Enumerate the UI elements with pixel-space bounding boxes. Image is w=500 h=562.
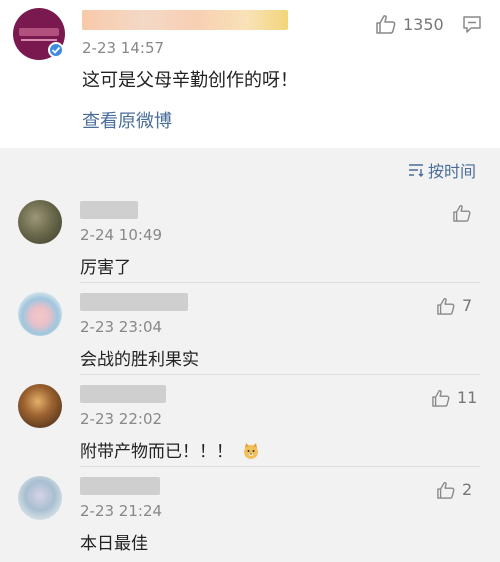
commenter-avatar[interactable] (18, 384, 62, 428)
comment-like-button[interactable]: 11 (431, 388, 477, 407)
comment-timestamp: 2-23 21:24 (80, 502, 163, 520)
comment-text: 附带产物而已！！！ (80, 437, 260, 462)
comment-like-count: 11 (457, 388, 478, 407)
commenter-name-blurred[interactable] (80, 385, 166, 403)
comment-item: 2-23 22:02 附带产物而已！！！ 11 (0, 374, 500, 466)
comment-timestamp: 2-23 23:04 (80, 318, 163, 336)
sort-bar: 按时间 (0, 148, 500, 190)
comment-list: 2-24 10:49 厉害了 2-23 23:04 会战的胜利果实 7 2-23… (0, 190, 500, 562)
commenter-name-blurred[interactable] (80, 293, 188, 311)
thumbs-up-icon (376, 15, 396, 34)
avatar-logo-underline (21, 39, 57, 41)
comment-item: 2-23 21:24 本日最佳 2 (0, 466, 500, 558)
comment-timestamp: 2-23 22:02 (80, 410, 163, 428)
thumbs-up-icon (432, 389, 450, 407)
comment-like-button[interactable]: 7 (436, 296, 472, 315)
thumbs-up-icon (437, 297, 455, 315)
comment-text: 厉害了 (80, 258, 131, 278)
post-text: 这可是父母辛勤创作的呀！ (82, 70, 298, 91)
comment-icon[interactable] (462, 15, 482, 34)
post-username-blurred[interactable] (82, 10, 288, 30)
comment-like-button[interactable] (452, 204, 478, 222)
comment-like-count: 2 (462, 480, 473, 499)
commenter-name-blurred[interactable] (80, 201, 138, 219)
doge-emoji-icon (244, 443, 259, 459)
comment-like-button[interactable]: 2 (436, 480, 472, 499)
commenter-name-blurred[interactable] (80, 477, 160, 495)
comment-text-body: 附带产物而已！！！ (80, 442, 233, 462)
post-like-button[interactable]: 1350 (375, 14, 444, 34)
comment-timestamp: 2-24 10:49 (80, 226, 163, 244)
thumbs-up-icon (437, 481, 455, 499)
comment-item: 2-23 23:04 会战的胜利果实 7 (0, 282, 500, 374)
post-like-count: 1350 (403, 14, 444, 34)
comment-text: 会战的胜利果实 (80, 350, 199, 370)
original-post: 2-23 14:57 1350 这可是父母辛勤创作的呀！ 查看原微博 (0, 0, 500, 148)
comment-like-count: 7 (462, 296, 473, 315)
commenter-avatar[interactable] (18, 292, 62, 336)
sort-label: 按时间 (427, 162, 476, 181)
comment-item: 2-24 10:49 厉害了 (0, 190, 500, 282)
verified-badge-icon (48, 42, 64, 58)
avatar-logo (19, 28, 59, 36)
thumbs-up-icon (453, 205, 471, 222)
view-original-weibo-link[interactable]: 查看原微博 (82, 107, 172, 133)
post-timestamp: 2-23 14:57 (82, 39, 165, 57)
commenter-avatar[interactable] (18, 200, 62, 244)
sort-by-time-button[interactable]: 按时间 (408, 158, 476, 182)
comment-text: 本日最佳 (80, 534, 148, 554)
sort-lines-icon (408, 164, 424, 177)
commenter-avatar[interactable] (18, 476, 62, 520)
